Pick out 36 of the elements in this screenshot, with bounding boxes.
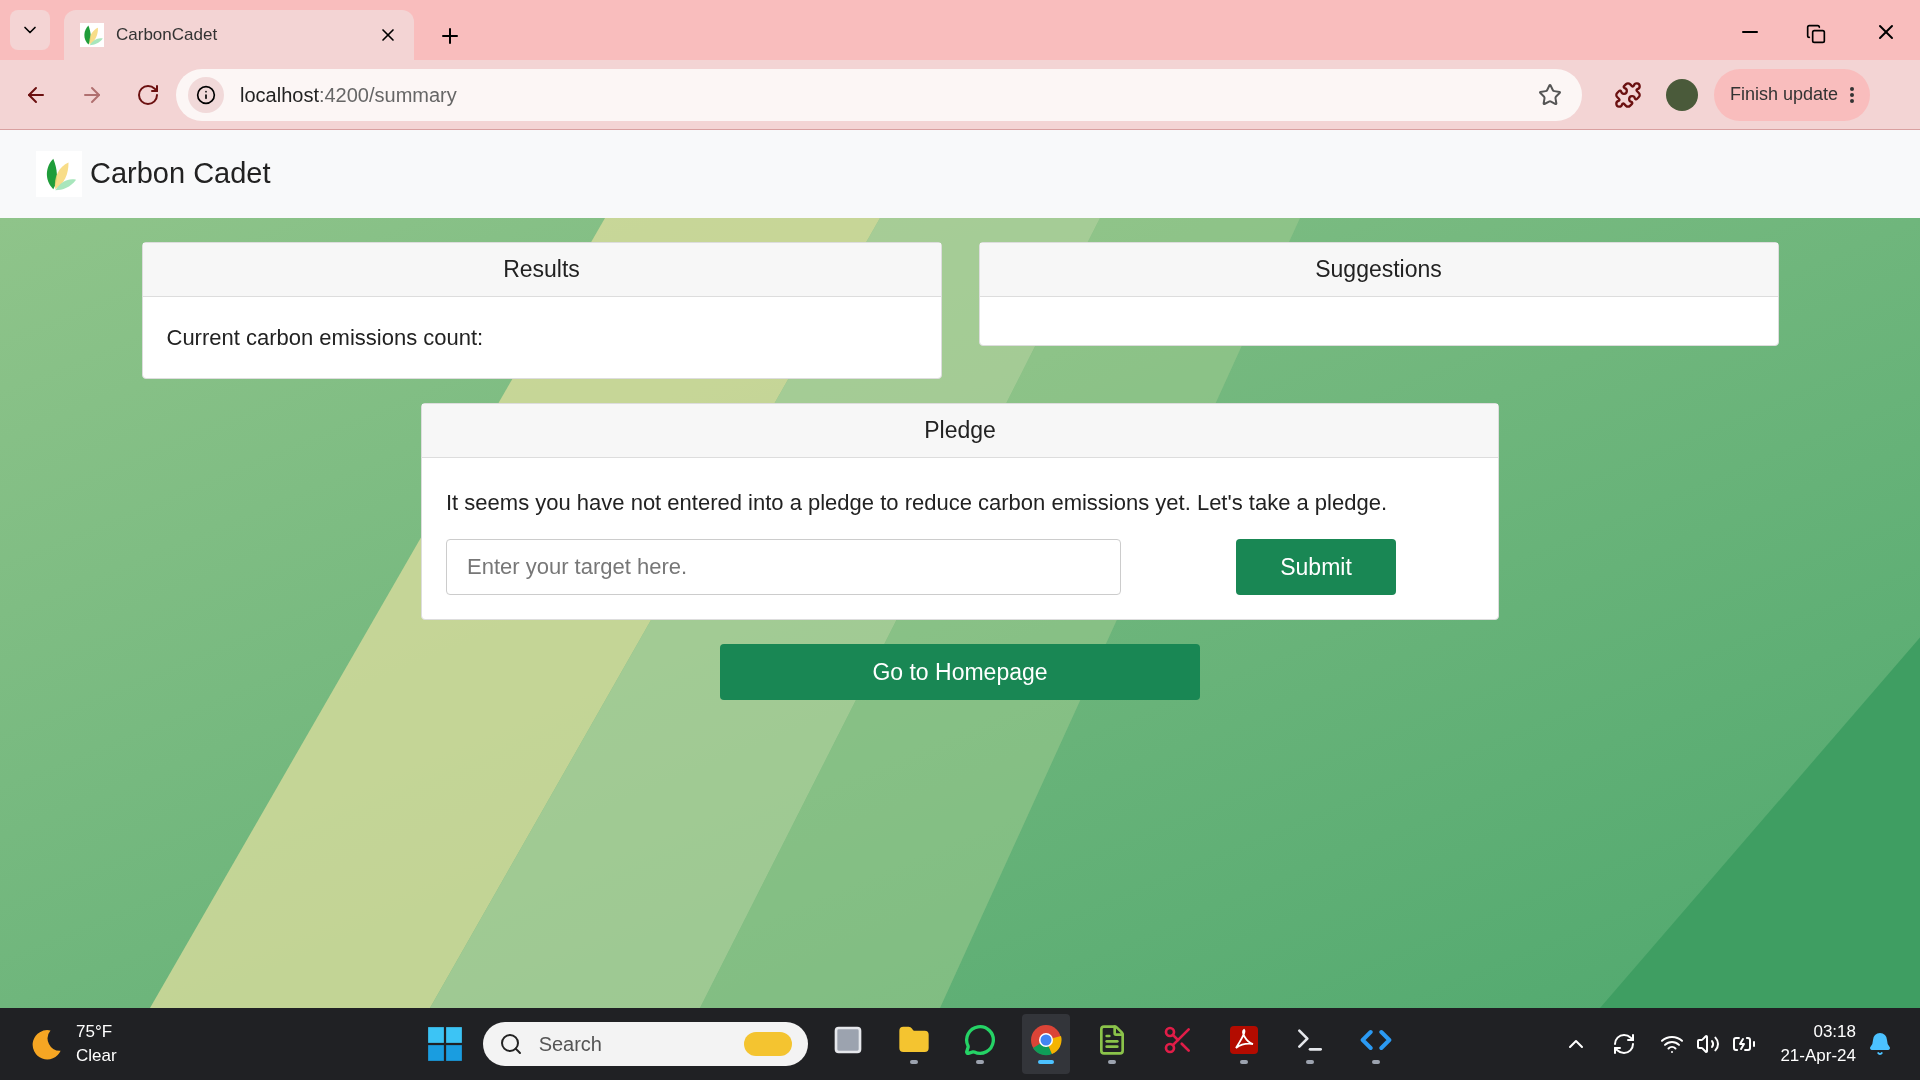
clock-time: 03:18 (1813, 1021, 1856, 1043)
address-bar[interactable]: localhost:4200/summary (176, 68, 1582, 121)
search-icon (498, 1032, 523, 1056)
target-input[interactable]: Enter your target here. (446, 539, 1121, 595)
clock-date: 21-Apr-24 (1780, 1045, 1856, 1067)
avatar-icon[interactable] (1666, 78, 1698, 111)
sync-icon[interactable] (1612, 1032, 1637, 1056)
start-icon[interactable] (426, 1026, 463, 1062)
browser-tab[interactable]: CarbonCadet (64, 10, 414, 60)
homepage-button[interactable]: Go to Homepage (720, 644, 1200, 700)
finish-update-button[interactable]: Finish update (1714, 68, 1871, 121)
bookmark-star-icon[interactable] (1538, 82, 1562, 107)
tab-title: CarbonCadet (116, 24, 219, 47)
card-title: Results (503, 255, 580, 285)
submit-button[interactable]: Submit (1236, 539, 1396, 595)
restore-icon[interactable] (1806, 24, 1826, 44)
notification-bell-icon[interactable] (1868, 1032, 1892, 1056)
more-menu-icon (1850, 86, 1855, 103)
browser-logo-icon (1029, 1024, 1062, 1056)
volume-icon[interactable] (1696, 1032, 1721, 1056)
reload-icon[interactable] (136, 82, 160, 107)
taskbar-app[interactable] (1021, 1014, 1070, 1074)
site-info-icon[interactable] (196, 84, 216, 105)
extensions-icon[interactable] (1614, 80, 1642, 109)
chat-bubble-icon (963, 1024, 996, 1056)
taskbar-search[interactable]: Search (482, 1022, 808, 1066)
weather-condition: Clear (76, 1045, 117, 1067)
search-placeholder: Search (538, 1032, 603, 1057)
document-app-icon (1227, 1024, 1260, 1056)
brand-name: Carbon Cadet (90, 156, 271, 192)
weather-temperature: 75°F (76, 1021, 114, 1043)
pledge-message: It seems you have not entered into a pledge to reduce carbon emissions yet. Let's take a pledge. (446, 489, 1388, 517)
card-title: Pledge (924, 416, 996, 446)
card-text: Current carbon emissions count: (166, 324, 485, 352)
url-text: localhost:4200/summary (240, 82, 458, 108)
card-title: Suggestions (1315, 255, 1442, 285)
